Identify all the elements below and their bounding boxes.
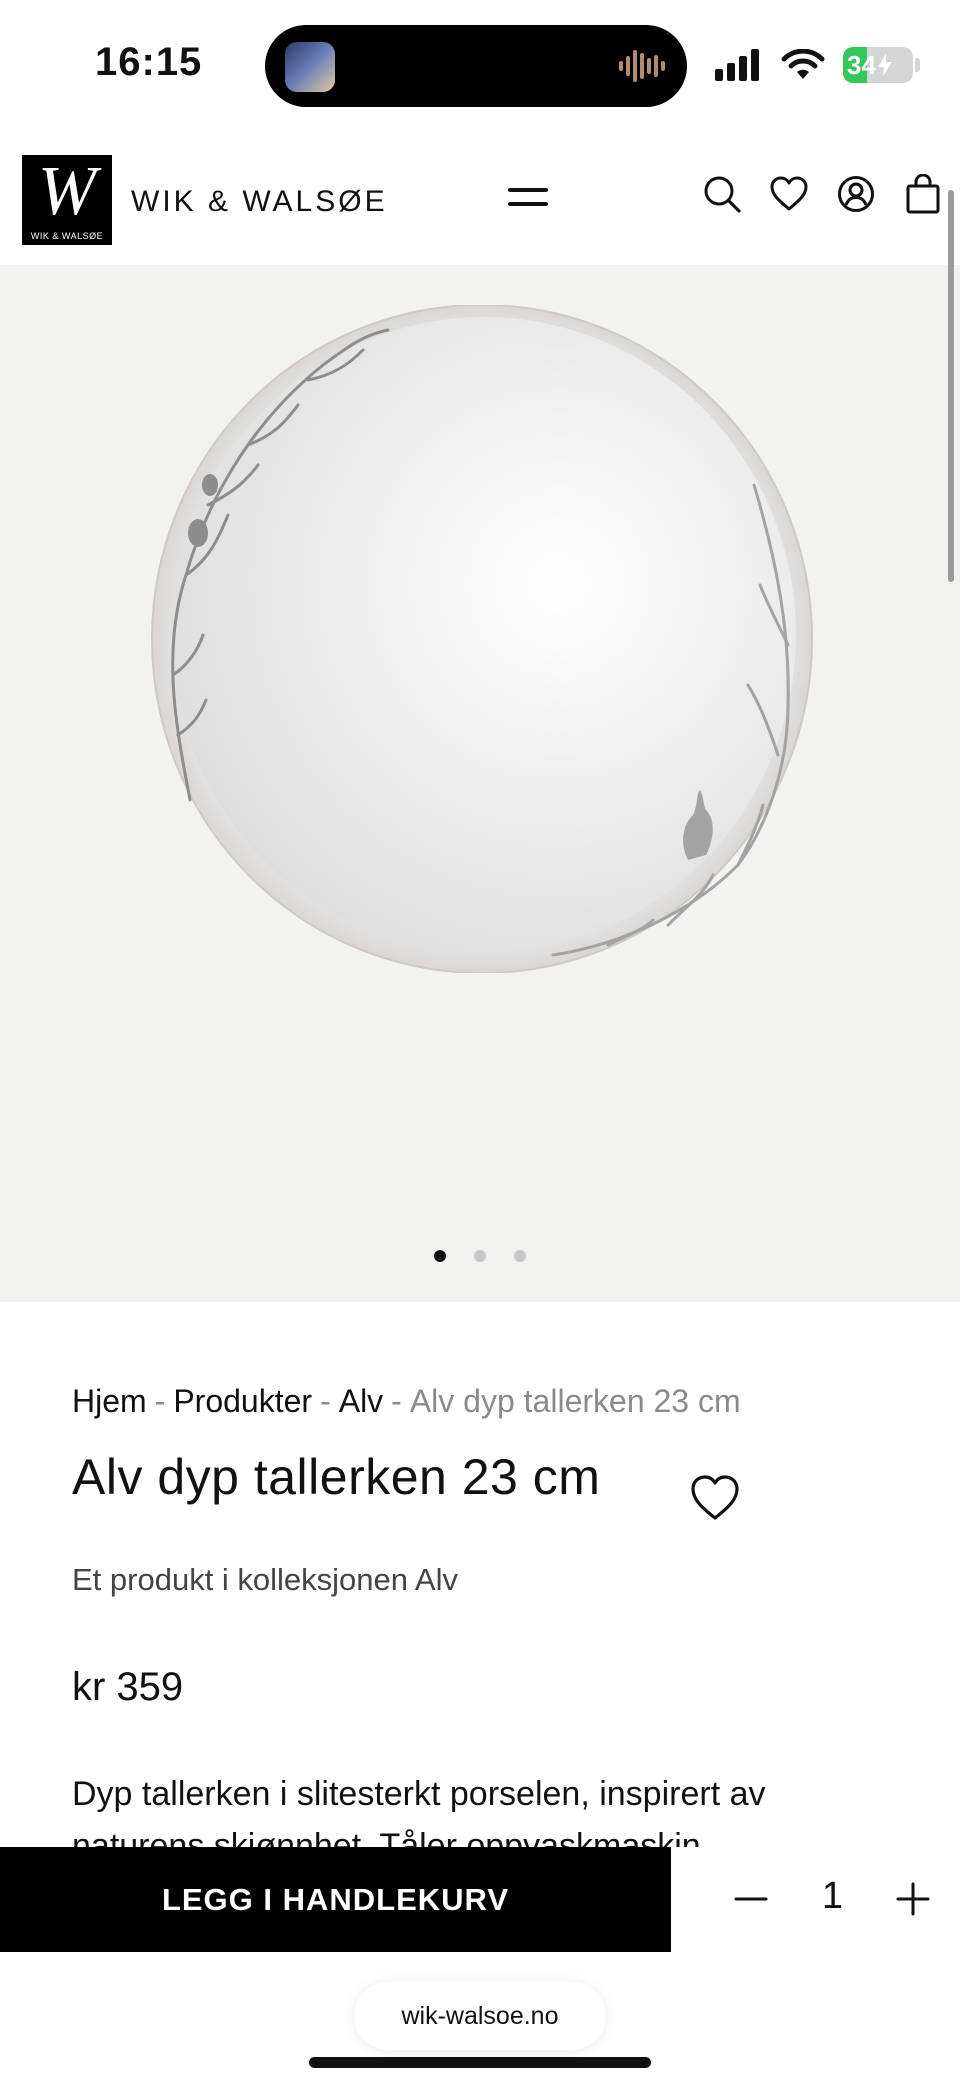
- heart-icon: [691, 1475, 739, 1520]
- logo-subtitle: WIK & WALSØE: [30, 231, 104, 241]
- audio-wave-icon: [619, 50, 665, 82]
- logo-letter: W: [37, 153, 97, 230]
- header-actions: [703, 174, 942, 214]
- product-image[interactable]: [148, 305, 816, 973]
- status-bar: 16:15 34: [0, 0, 960, 130]
- quantity-increase-button[interactable]: [888, 1874, 938, 1924]
- address-bar[interactable]: wik-walsoe.no: [354, 1982, 606, 2050]
- status-icons: 34: [715, 45, 920, 85]
- add-to-wishlist-button[interactable]: [689, 1473, 741, 1523]
- heart-icon: [770, 176, 808, 211]
- gallery-dot-1[interactable]: [434, 1250, 446, 1262]
- product-title: Alv dyp tallerken 23 cm: [72, 1449, 601, 1505]
- logo[interactable]: W WIK & WALSØE: [22, 155, 112, 245]
- cellular-signal-icon: [715, 49, 759, 81]
- page-scrollbar[interactable]: [948, 190, 954, 582]
- status-time: 16:15: [95, 40, 203, 84]
- breadcrumb-separator: -: [154, 1383, 166, 1419]
- wishlist-button[interactable]: [770, 174, 808, 214]
- account-button[interactable]: [837, 174, 875, 214]
- site-header: W WIK & WALSØE WIK & WALSØE: [0, 130, 960, 265]
- battery-indicator: 34: [843, 47, 913, 83]
- battery-tip: [915, 58, 920, 72]
- menu-button[interactable]: [508, 182, 554, 212]
- menu-icon-line-bottom: [508, 202, 548, 206]
- browser-toolbar: wik-walsoe.no: [0, 1952, 960, 2081]
- search-icon: [704, 176, 741, 213]
- breadcrumb-link-home[interactable]: Hjem: [72, 1383, 147, 1419]
- cart-button[interactable]: [904, 174, 942, 214]
- search-button[interactable]: [703, 174, 741, 214]
- breadcrumb-link-products[interactable]: Produkter: [173, 1383, 312, 1419]
- breadcrumb-current: Alv dyp tallerken 23 cm: [409, 1383, 741, 1419]
- quantity-decrease-button[interactable]: [726, 1874, 776, 1924]
- account-icon: [838, 176, 874, 212]
- bag-icon: [906, 174, 940, 214]
- product-gallery[interactable]: [0, 265, 960, 1302]
- breadcrumb: Hjem - Produkter - Alv - Alv dyp tallerken 23 …: [72, 1383, 741, 1420]
- gallery-dot-2[interactable]: [474, 1250, 486, 1262]
- sticky-cart-bar: LEGG I HANDLEKURV 1: [0, 1847, 960, 1952]
- breadcrumb-separator: -: [391, 1383, 402, 1419]
- product-price: kr 359: [72, 1665, 184, 1709]
- add-to-cart-button[interactable]: LEGG I HANDLEKURV: [0, 1847, 671, 1952]
- home-indicator[interactable]: [309, 2057, 651, 2068]
- charging-bolt-icon: [877, 54, 892, 76]
- plus-icon: [896, 1882, 930, 1916]
- gallery-dot-3[interactable]: [514, 1250, 526, 1262]
- dynamic-island: [265, 25, 687, 107]
- gallery-pagination: [0, 1250, 960, 1262]
- quantity-value[interactable]: 1: [800, 1875, 865, 1918]
- breadcrumb-link-collection[interactable]: Alv: [339, 1383, 383, 1419]
- wifi-icon: [781, 49, 825, 79]
- battery-percent: 34: [847, 49, 876, 80]
- minus-icon: [734, 1897, 768, 1901]
- collection-link[interactable]: Et produkt i kolleksjonen Alv: [72, 1562, 458, 1598]
- brand-name[interactable]: WIK & WALSØE: [131, 185, 388, 219]
- breadcrumb-separator: -: [320, 1383, 331, 1419]
- now-playing-avatar: [285, 42, 335, 92]
- menu-icon-line-top: [508, 188, 548, 192]
